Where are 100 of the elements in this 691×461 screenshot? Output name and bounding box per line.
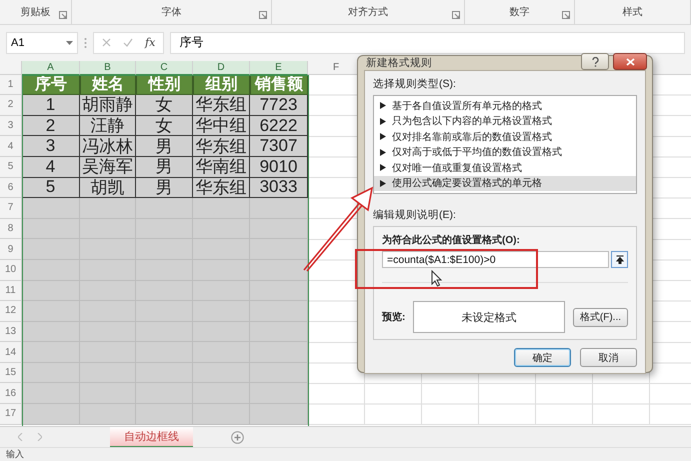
rule-type-item[interactable]: 基于各自值设置所有单元格的格式	[374, 98, 636, 114]
section-label: 编辑规则说明(E):	[373, 208, 457, 222]
help-button[interactable]	[581, 53, 609, 70]
sheet-tab[interactable]: 自动边框线	[110, 426, 193, 448]
triangle-icon	[380, 133, 386, 140]
column-heading-cell: 姓名	[80, 74, 136, 96]
table-cell: 华中组	[193, 116, 250, 136]
table-cell	[193, 198, 250, 219]
row-header[interactable]: 6	[0, 178, 22, 198]
rule-type-item[interactable]: 使用公式确定要设置格式的单元格	[374, 176, 636, 191]
row-header[interactable]: 1	[0, 74, 22, 96]
table-cell	[250, 383, 308, 404]
row-header[interactable]: 17	[0, 404, 22, 425]
table-cell: 3	[22, 136, 80, 157]
table-cell	[22, 362, 80, 384]
collapse-button[interactable]	[611, 251, 628, 268]
row-header[interactable]: 13	[0, 322, 22, 342]
table-cell	[250, 362, 308, 384]
column-header[interactable]: E	[250, 60, 308, 75]
table-cell	[22, 198, 80, 219]
table-cell	[250, 218, 308, 240]
dialog-launcher-icon[interactable]	[259, 10, 267, 19]
table-cell: 男	[136, 178, 193, 198]
preview-box: 未设定格式	[413, 301, 565, 333]
row-header[interactable]: 15	[0, 362, 22, 384]
scroll-right-icon[interactable]	[37, 433, 42, 441]
table-cell: 吴海军	[80, 156, 136, 178]
ribbon-group-label: 样式	[622, 6, 642, 19]
table-cell: 胡雨静	[80, 95, 136, 116]
table-cell	[22, 342, 80, 363]
dropdown-caret-icon[interactable]	[66, 40, 73, 45]
insert-function-button[interactable]: fx	[145, 36, 156, 50]
dialog-launcher-icon[interactable]	[452, 10, 460, 19]
triangle-icon	[380, 148, 386, 156]
column-header[interactable]: A	[22, 60, 80, 75]
column-header[interactable]: B	[80, 60, 136, 75]
table-cell	[250, 342, 308, 363]
check-icon[interactable]	[123, 38, 133, 48]
table-cell: 华东组	[193, 178, 250, 198]
table-cell	[22, 280, 80, 302]
table-cell	[250, 239, 308, 260]
rule-type-item[interactable]: 仅对高于或低于平均值的数值设置格式	[374, 144, 636, 160]
row-header[interactable]: 11	[0, 280, 22, 302]
name-box[interactable]: A1	[6, 32, 78, 54]
table-cell: 2	[22, 116, 80, 136]
upload-arrow-icon	[616, 255, 624, 264]
cancel-button[interactable]: 取消	[580, 348, 637, 367]
table-cell: 男	[136, 156, 193, 178]
row-header[interactable]: 14	[0, 342, 22, 363]
formula-input[interactable]: 序号	[170, 32, 685, 54]
row-header[interactable]: 7	[0, 198, 22, 219]
dialog-launcher-icon[interactable]	[59, 10, 67, 19]
cancel-icon[interactable]	[102, 38, 111, 48]
table-cell: 男	[136, 136, 193, 157]
row-header[interactable]: 5	[0, 156, 22, 178]
row-header[interactable]: 2	[0, 95, 22, 116]
row-header[interactable]: 4	[0, 136, 22, 157]
table-cell: 女	[136, 95, 193, 116]
rule-type-item[interactable]: 只为包含以下内容的单元格设置格式	[374, 114, 636, 129]
close-button[interactable]	[613, 53, 647, 70]
table-cell	[22, 383, 80, 404]
column-heading-cell: 性别	[136, 74, 193, 96]
row-header[interactable]: 16	[0, 383, 22, 404]
column-heading-cell: 组别	[193, 74, 250, 96]
ribbon-group-label: 剪贴板	[20, 6, 50, 19]
column-header[interactable]: C	[136, 60, 193, 75]
format-button[interactable]: 格式(F)...	[572, 308, 628, 326]
add-sheet-icon[interactable]	[231, 430, 244, 444]
mouse-cursor-icon	[431, 270, 443, 287]
table-cell: 华南组	[193, 156, 250, 178]
dialog-title: 新建格式规则	[366, 56, 433, 70]
table-cell	[22, 301, 80, 322]
formula-field[interactable]: =counta($A1:$E100)>0	[382, 251, 609, 268]
column-header[interactable]: D	[193, 60, 250, 75]
field-label: 为符合此公式的值设置格式(O):	[382, 234, 521, 247]
close-icon	[626, 58, 634, 66]
dialog-launcher-icon[interactable]	[562, 10, 570, 19]
triangle-icon	[380, 180, 386, 187]
ribbon-group-label: 字体	[162, 6, 182, 19]
rule-type-item[interactable]: 仅对唯一值或重复值设置格式	[374, 160, 636, 176]
rule-type-item[interactable]: 仅对排名靠前或靠后的数值设置格式	[374, 129, 636, 144]
row-header[interactable]: 9	[0, 239, 22, 260]
row-header[interactable]: 8	[0, 218, 22, 240]
table-cell	[22, 239, 80, 260]
table-cell	[136, 198, 193, 219]
triangle-icon	[380, 102, 386, 110]
table-cell: 胡凯	[80, 178, 136, 198]
ok-button[interactable]: 确定	[514, 348, 571, 367]
row-header[interactable]: 3	[0, 116, 22, 136]
table-cell: 9010	[250, 156, 308, 178]
table-cell: 女	[136, 116, 193, 136]
status-mode: 输入	[6, 448, 24, 461]
ribbon-group-label: 对齐方式	[348, 6, 388, 19]
table-cell	[250, 301, 308, 322]
row-header[interactable]: 10	[0, 260, 22, 281]
row-header[interactable]: 12	[0, 301, 22, 322]
table-cell	[250, 198, 308, 219]
scroll-left-icon[interactable]	[18, 433, 23, 441]
table-cell: 1	[22, 95, 80, 116]
table-cell: 汪静	[80, 116, 136, 136]
